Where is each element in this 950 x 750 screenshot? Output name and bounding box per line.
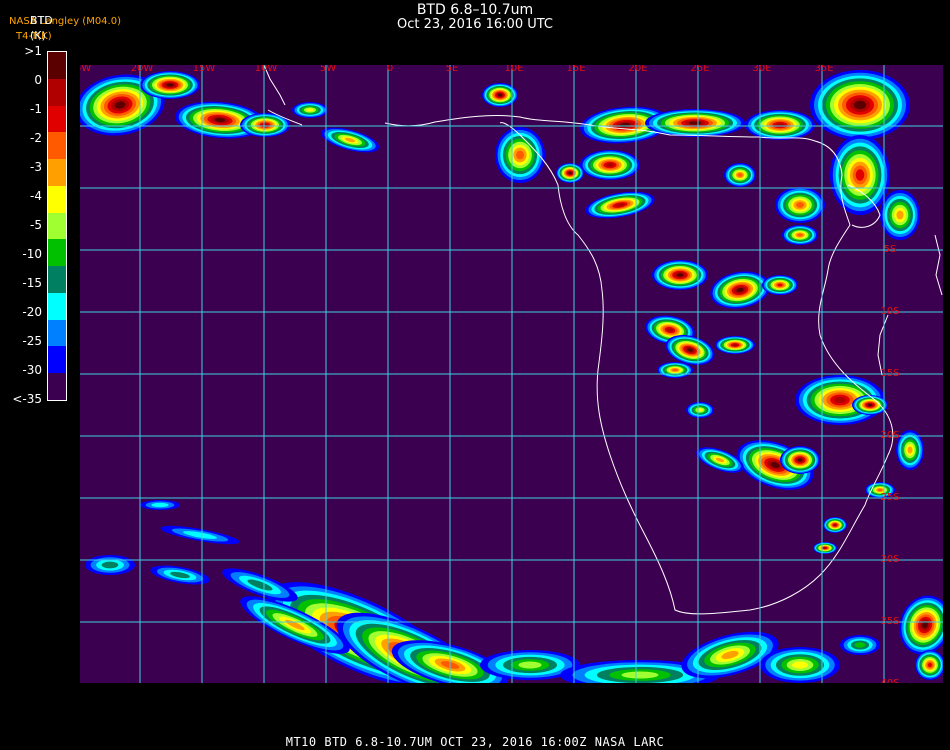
legend-swatch [48, 185, 66, 213]
cloud-band [621, 671, 659, 679]
legend-label: -5 [30, 218, 42, 232]
longitude-label: 25E [690, 65, 709, 74]
latitude-label: 15S [880, 368, 899, 379]
legend-label: -10 [22, 247, 42, 261]
cloud-band [568, 171, 572, 175]
cloud-band [796, 202, 804, 208]
cloud-band [834, 396, 846, 404]
cloud-band [689, 121, 701, 125]
legend-swatch [48, 373, 66, 400]
cloud-band [855, 169, 865, 181]
legend-swatch [48, 52, 66, 79]
longitude-label: 25W [80, 65, 91, 74]
latitude-label: 10S [880, 306, 899, 317]
longitude-label: 5W [320, 65, 336, 74]
legend-label: -3 [30, 160, 42, 174]
cloud-band [606, 163, 614, 167]
legend-swatch [48, 292, 66, 320]
cloud-band [867, 403, 873, 407]
cloud-band [854, 642, 866, 648]
cloud-band [676, 273, 684, 277]
cloud-band [877, 488, 883, 492]
legend-swatch [48, 239, 66, 267]
legend-swatch [48, 105, 66, 133]
cloud-band [833, 523, 837, 527]
cloud-band [306, 108, 314, 112]
longitude-label: 15W [193, 65, 216, 74]
cloud-band [797, 458, 803, 462]
cloud-band [516, 150, 524, 160]
credit-source: NASA Langley (M04.0) [9, 16, 121, 27]
legend-label: >1 [24, 44, 42, 58]
legend-swatch [48, 132, 66, 160]
cloud-band [166, 83, 174, 87]
legend-label: -30 [22, 363, 42, 377]
footer-caption: MT10 BTD 6.8-10.7UM OCT 23, 2016 16:00Z … [285, 735, 665, 749]
longitude-label: 10E [504, 65, 523, 74]
latitude-label: 30S [880, 554, 899, 565]
map-timestamp: Oct 23, 2016 16:00 UTC [397, 17, 553, 32]
legend-label: -1 [30, 102, 42, 116]
latitude-label: 35S [880, 616, 899, 627]
legend-label: 0 [34, 73, 42, 87]
legend-label: -25 [22, 334, 42, 348]
legend-swatch [48, 78, 66, 106]
cloud-band [777, 283, 783, 287]
legend-swatch [48, 159, 66, 186]
cloud-band [672, 368, 678, 372]
legend-label: -15 [22, 276, 42, 290]
cloud-band [797, 233, 803, 237]
legend-swatch [48, 266, 66, 293]
cloud-band [497, 93, 503, 97]
longitude-label: 30E [752, 65, 771, 74]
cloud-band [896, 210, 904, 220]
cloud-band [732, 343, 738, 347]
longitude-label: 35E [814, 65, 833, 74]
cloud-band [151, 502, 169, 508]
cloud-band [823, 547, 827, 549]
legend-label: -2 [30, 131, 42, 145]
legend-swatch [48, 346, 66, 374]
cloud-band [927, 662, 933, 668]
cloud-band [518, 661, 542, 669]
legend-label: -4 [30, 189, 42, 203]
latitude-label: 5S [884, 244, 897, 255]
longitude-label: 5E [446, 65, 459, 74]
color-legend [47, 51, 67, 401]
satellite-map: 25W 20W 15W 10W 5W 0 5E 10E 15E 20E 25E 30E 35E 5S 10… [80, 65, 943, 683]
legend-label: -20 [22, 305, 42, 319]
legend-swatch [48, 319, 66, 347]
legend-overlay-title: BTD [30, 14, 53, 27]
legend-swatch [48, 212, 66, 240]
longitude-label: 10W [255, 65, 278, 74]
cloud-band [907, 446, 913, 454]
longitude-label: 20E [628, 65, 647, 74]
legend-label: <-35 [12, 392, 42, 406]
map-title: BTD 6.8–10.7um [416, 2, 534, 18]
cloud-band [854, 100, 866, 110]
legend-overlay-units: (K) [30, 29, 46, 42]
cloud-band [737, 173, 743, 177]
latitude-label: 20S [880, 430, 899, 441]
latitude-label: 40S [880, 678, 899, 683]
cloud-band [101, 561, 119, 569]
longitude-label: 20W [131, 65, 154, 74]
longitude-label: 0 [387, 65, 393, 74]
cloud-band [792, 661, 808, 669]
longitude-label: 15E [566, 65, 585, 74]
latitude-label: 25S [880, 492, 899, 503]
